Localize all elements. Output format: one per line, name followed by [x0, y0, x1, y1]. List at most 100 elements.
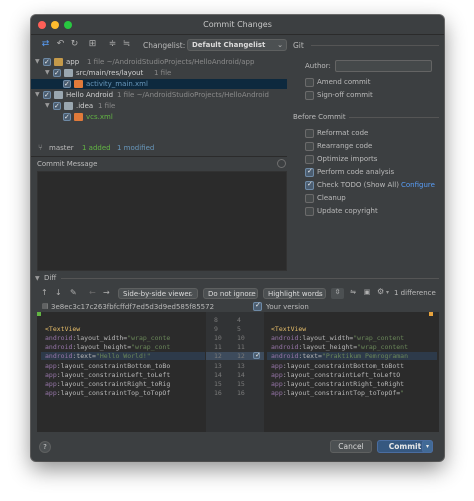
- apply-change-checkbox[interactable]: [253, 351, 261, 359]
- expand-arrow-icon[interactable]: ▼: [35, 90, 42, 100]
- code-line: app:layout_constraintRight_toRig: [45, 379, 171, 388]
- line-number: 8: [214, 316, 218, 324]
- include-checkbox[interactable]: [53, 68, 61, 78]
- chevron-down-icon: ⌄: [188, 290, 194, 298]
- line-number: 9: [214, 325, 218, 334]
- signoff-commit-label: Sign-off commit: [317, 91, 373, 99]
- tree-node-meta: 1 file ~/AndroidStudioProjects/HelloAndr…: [87, 58, 255, 66]
- code-line: app:layout_constraintTop_toTopOf=": [271, 388, 405, 397]
- include-version-checkbox[interactable]: [253, 301, 262, 311]
- collapse-unchanged-icon[interactable]: ⇳: [331, 288, 344, 299]
- rearrange-code-checkbox[interactable]: [305, 142, 314, 151]
- lock-icon: ▤: [42, 302, 49, 310]
- include-checkbox[interactable]: [63, 112, 71, 122]
- configure-link[interactable]: Configure: [401, 181, 435, 189]
- signoff-commit-checkbox[interactable]: [305, 91, 314, 100]
- commit-options-dropdown[interactable]: ▾: [422, 440, 433, 453]
- settings-gear-icon[interactable]: ⚙: [377, 287, 384, 296]
- tree-node-name: activity_main.xml: [86, 80, 148, 88]
- arrow-left-icon[interactable]: ←: [89, 288, 96, 297]
- refresh-icon[interactable]: ↻: [69, 39, 80, 50]
- tree-row-layout[interactable]: ▼ src/main/res/layout 1 file: [31, 68, 287, 78]
- code-line: app:layout_constraintTop_toTopOf: [45, 388, 171, 397]
- highlight-mode-value: Highlight words: [268, 290, 323, 298]
- edit-source-icon[interactable]: ✎: [70, 288, 77, 297]
- include-checkbox[interactable]: [43, 57, 51, 67]
- line-number: 11: [237, 343, 245, 352]
- commit-changes-dialog: Commit Changes ⇄ ↶ ↻ ⊞ ≑ ≒ Changelist: D…: [31, 15, 444, 461]
- check-todo-checkbox[interactable]: [305, 180, 314, 190]
- line-number: 4: [237, 316, 241, 324]
- check-todo-label: Check TODO (Show All): [317, 181, 399, 189]
- code-line: <TextView: [271, 325, 307, 334]
- highlight-mode-select[interactable]: Highlight words ⌄: [263, 288, 326, 299]
- title-bar: Commit Changes: [31, 15, 444, 35]
- optimize-imports-checkbox[interactable]: [305, 155, 314, 164]
- history-icon[interactable]: [277, 159, 286, 168]
- tree-row-hello-android[interactable]: ▼ Hello Android 1 file ~/AndroidStudioPr…: [31, 90, 287, 100]
- module-folder-icon: [54, 58, 63, 66]
- arrow-up-icon[interactable]: ↑: [41, 288, 48, 297]
- expand-arrow-icon[interactable]: ▼: [45, 68, 52, 78]
- line-number: 12: [214, 352, 222, 361]
- status-marker: [429, 312, 433, 316]
- chevron-down-icon: ⌄: [277, 41, 283, 49]
- status-marker: [37, 312, 41, 316]
- right-version-label: Your version: [266, 303, 309, 311]
- viewer-mode-select[interactable]: Side-by-side viewer ⌄: [118, 288, 198, 299]
- folder-icon: [64, 102, 73, 110]
- changelist-select[interactable]: Default Changelist ⌄: [187, 39, 287, 51]
- tree-node-name: Hello Android: [66, 91, 114, 99]
- ignore-whitespace-select[interactable]: Do not ignore ⌄: [203, 288, 258, 299]
- tree-row-idea[interactable]: ▼ .idea 1 file: [31, 101, 287, 111]
- include-checkbox[interactable]: [43, 90, 51, 100]
- include-checkbox[interactable]: [53, 101, 61, 111]
- collapse-all-icon[interactable]: ≒: [121, 39, 132, 50]
- reformat-code-label: Reformat code: [317, 129, 369, 137]
- git-section-title: Git: [293, 41, 304, 50]
- changes-tree: ▼ app 1 file ~/AndroidStudioProjects/Hel…: [31, 53, 287, 156]
- xml-file-icon: [74, 80, 83, 88]
- tree-node-meta: 1 file: [98, 102, 116, 110]
- perform-code-analysis-checkbox[interactable]: [305, 167, 314, 177]
- expand-all-icon[interactable]: ≑: [107, 39, 118, 50]
- before-commit-divider: [349, 117, 439, 118]
- arrow-right-icon[interactable]: →: [103, 288, 110, 297]
- code-line: android:text="Hello World!": [45, 352, 151, 361]
- lock-icon[interactable]: ▣: [362, 288, 372, 299]
- line-number: 16: [237, 388, 245, 397]
- update-copyright-checkbox[interactable]: [305, 207, 314, 216]
- cleanup-checkbox[interactable]: [305, 194, 314, 203]
- line-number: 12: [237, 352, 245, 361]
- tree-row-activity-main[interactable]: activity_main.xml: [31, 79, 287, 89]
- added-count: 1 added: [82, 144, 111, 152]
- changelist-select-value: Default Changelist: [192, 41, 266, 49]
- sync-scroll-icon[interactable]: ⇋: [347, 288, 359, 299]
- dropdown-caret-icon[interactable]: ▾: [386, 289, 389, 296]
- tree-node-name: src/main/res/layout: [76, 69, 144, 77]
- line-number: 13: [237, 361, 245, 370]
- diff-label: Diff: [44, 274, 57, 282]
- author-input[interactable]: [335, 60, 432, 72]
- include-checkbox[interactable]: [63, 79, 71, 89]
- reformat-code-checkbox[interactable]: [305, 129, 314, 138]
- cancel-button[interactable]: Cancel: [330, 440, 372, 453]
- tree-row-vcs[interactable]: vcs.xml: [31, 112, 287, 122]
- tree-row-app[interactable]: ▼ app 1 file ~/AndroidStudioProjects/Hel…: [31, 57, 287, 67]
- line-number: 15: [214, 379, 222, 388]
- expand-arrow-icon[interactable]: ▼: [35, 57, 42, 67]
- folder-icon: [54, 91, 63, 99]
- left-revision-hash: 3e8ec3c17c263fbfcffdf7ed5d3d9ed585f85572: [51, 303, 215, 311]
- tree-node-name: .idea: [76, 102, 94, 110]
- commit-message-input[interactable]: [37, 171, 287, 271]
- diff-arrows-icon[interactable]: ⇄: [40, 39, 51, 50]
- collapse-arrow-icon[interactable]: ▼: [35, 275, 40, 282]
- arrow-down-icon[interactable]: ↓: [55, 288, 62, 297]
- rollback-icon[interactable]: ↶: [55, 39, 66, 50]
- commit-message-label: Commit Message: [37, 160, 98, 168]
- help-button[interactable]: ?: [39, 441, 51, 453]
- group-by-icon[interactable]: ⊞: [87, 39, 98, 50]
- expand-arrow-icon[interactable]: ▼: [45, 101, 52, 111]
- amend-commit-checkbox[interactable]: [305, 78, 314, 87]
- branch-icon: ⑂: [38, 143, 43, 152]
